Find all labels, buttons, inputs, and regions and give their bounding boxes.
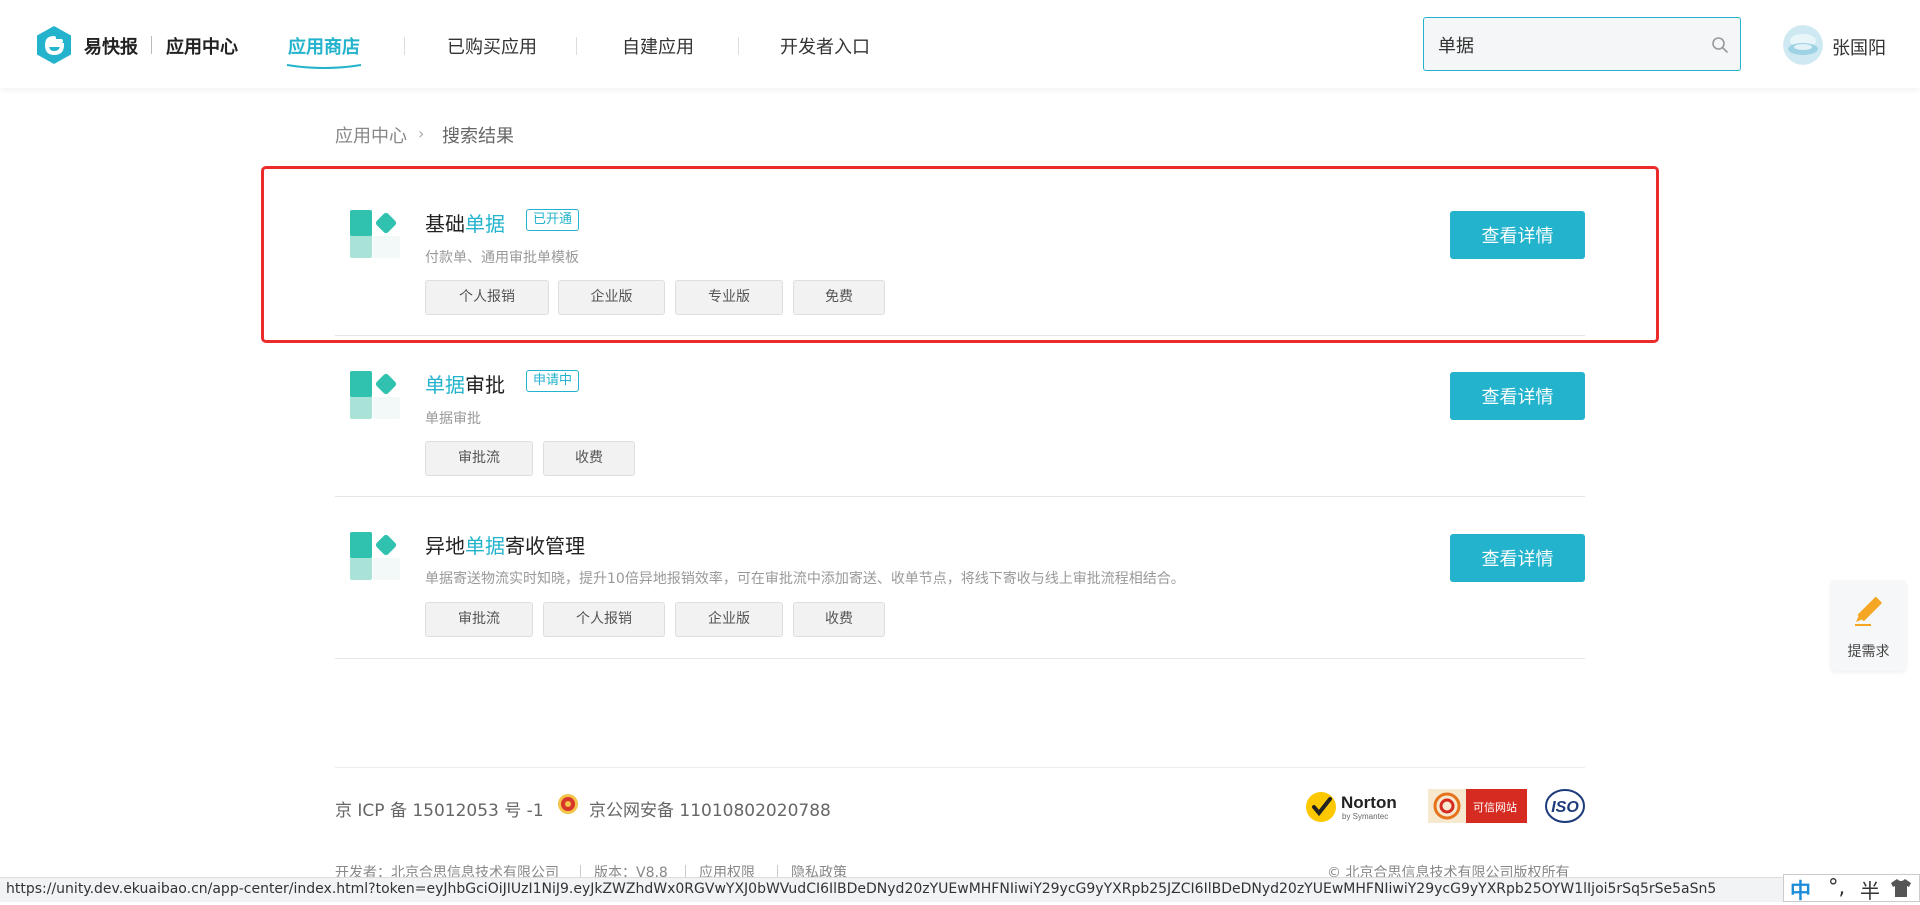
app-title[interactable]: 基础单据 [425, 208, 505, 237]
ime-skin-icon[interactable] [1890, 878, 1912, 898]
app-tag: 收费 [793, 602, 885, 637]
ime-chinese-mode[interactable]: 中 [1790, 875, 1811, 905]
user-avatar[interactable] [1783, 25, 1823, 65]
app-description: 单据审批 [425, 411, 481, 427]
user-name[interactable]: 张国阳 [1832, 34, 1886, 60]
public-security-record[interactable]: 京公网安备 11010802020788 [589, 796, 831, 821]
app-tag: 企业版 [675, 602, 783, 637]
app-tag: 审批流 [425, 441, 533, 476]
app-icon [350, 210, 400, 258]
nav-divider [738, 37, 739, 55]
breadcrumb-current: 搜索结果 [442, 126, 514, 147]
app-tag: 审批流 [425, 602, 533, 637]
view-details-button[interactable]: 查看详情 [1450, 534, 1585, 582]
iso-label: ISO [1551, 799, 1579, 816]
ekuaibao-logo-icon[interactable] [36, 25, 72, 65]
norton-sub-text: by Symantec [1342, 812, 1388, 821]
view-details-button[interactable]: 查看详情 [1450, 211, 1585, 259]
ime-punctuation-mode[interactable]: °, [1828, 875, 1845, 899]
app-tag: 专业版 [675, 280, 783, 315]
pencil-icon [1855, 596, 1882, 626]
breadcrumb-chevron-icon: › [418, 124, 425, 143]
footer-divider [335, 767, 1585, 768]
trusted-site-label: 可信网站 [1473, 800, 1517, 814]
search-input[interactable] [1436, 31, 1690, 59]
status-badge: 申请中 [526, 370, 580, 392]
search-box[interactable] [1423, 17, 1741, 71]
app-icon [350, 532, 400, 580]
nav-tab-developer-portal[interactable]: 开发者入口 [780, 33, 870, 59]
top-header: 易快报 应用中心 应用商店 已购买应用 自建应用 开发者入口 张国阳 [0, 0, 1920, 88]
police-badge-icon [558, 794, 578, 814]
app-tag: 个人报销 [425, 280, 549, 315]
nav-divider [576, 37, 577, 55]
app-tag: 免费 [793, 280, 885, 315]
ime-toolbar[interactable]: 中 °, 半 [1783, 874, 1920, 905]
app-description: 付款单、通用审批单模板 [425, 250, 579, 266]
brand-subtitle: 应用中心 [166, 37, 238, 58]
submit-request-label: 提需求 [1847, 644, 1890, 660]
nav-tab-custom-apps[interactable]: 自建应用 [622, 33, 694, 59]
nav-tab-app-store[interactable]: 应用商店 [288, 33, 360, 59]
app-title[interactable]: 异地单据寄收管理 [425, 530, 585, 559]
breadcrumb-root[interactable]: 应用中心 [335, 122, 407, 148]
icp-license[interactable]: 京 ICP 备 15012053 号 -1 [335, 796, 544, 821]
iso-badge[interactable]: ISO [1544, 787, 1586, 825]
app-tag: 个人报销 [543, 602, 665, 637]
app-tag: 收费 [543, 441, 635, 476]
ime-half-width-mode[interactable]: 半 [1860, 875, 1880, 904]
norton-brand-text: Norton [1341, 793, 1397, 812]
nav-tab-purchased-apps[interactable]: 已购买应用 [447, 33, 537, 59]
trusted-site-badge[interactable]: 可信网站 [1428, 789, 1527, 823]
app-description: 单据寄送物流实时知晓，提升10倍异地报销效率，可在审批流中添加寄送、收单节点，将… [425, 571, 1185, 587]
submit-request-button[interactable]: 提需求 [1831, 581, 1906, 671]
app-icon [350, 371, 400, 419]
search-icon[interactable] [1710, 35, 1730, 55]
brand-divider [151, 36, 152, 54]
row-divider [335, 496, 1585, 497]
app-title[interactable]: 单据审批 [425, 369, 505, 398]
view-details-button[interactable]: 查看详情 [1450, 372, 1585, 420]
nav-divider [404, 37, 405, 55]
norton-badge[interactable]: Norton by Symantec [1305, 786, 1405, 826]
brand-name: 易快报 [84, 37, 138, 58]
active-tab-underline [286, 64, 362, 69]
row-divider [335, 335, 1585, 336]
status-badge: 已开通 [526, 209, 580, 231]
row-divider [335, 658, 1585, 659]
link-status-bar: https://unity.dev.ekuaibao.cn/app-center… [0, 877, 1783, 902]
app-tag: 企业版 [558, 280, 665, 315]
